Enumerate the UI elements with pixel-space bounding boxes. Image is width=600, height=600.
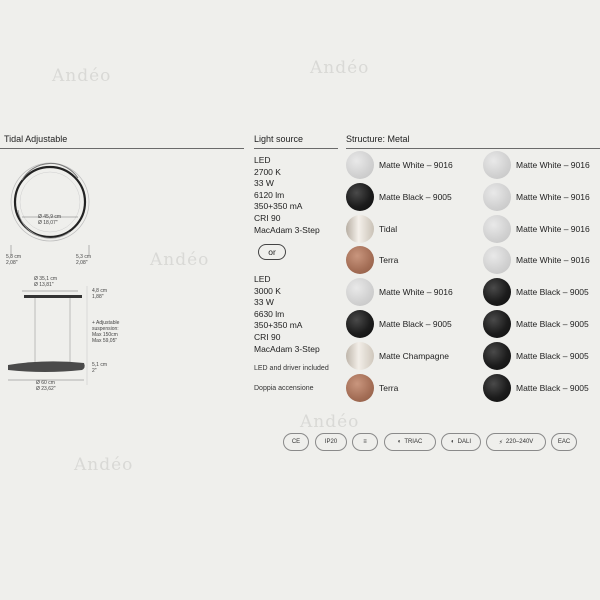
watermark: Andéo [150,250,210,270]
finish-option[interactable]: Matte White – 9016 [483,151,600,179]
finish-option[interactable]: Matte Champagne [346,342,486,370]
dim-left-depth: 5,8 cm 2,08" [6,254,22,266]
swatch-matte-white [483,183,511,211]
dali-badge: ◐ DALI [441,433,481,451]
led-driver-note: LED and driver included [254,365,329,372]
triac-icon: ◐ [397,439,402,445]
finish-option[interactable]: Matte Black – 9005 [483,342,600,370]
swatch-matte-white [346,278,374,306]
finish-option[interactable]: Terra [346,246,486,274]
swatch-matte-champagne [346,342,374,370]
swatch-matte-white [483,151,511,179]
finish-option[interactable]: Matte White – 9016 [483,215,600,243]
divider [346,148,600,149]
swatch-matte-black [483,278,511,306]
triac-badge: ◐ TRIAC [384,433,436,451]
eac-badge: EAC [551,433,577,451]
voltage-badge: ⚡ 220–240V [486,433,546,451]
finish-option[interactable]: Matte Black – 9005 [483,374,600,402]
plug-icon: ⚡ [498,439,503,446]
or-pill: or [258,244,286,260]
structure-header: Structure: Metal [346,134,410,144]
dim-ring-height: 5,1 cm 2" [92,362,108,374]
dim-right-depth: 5,3 cm 2,08" [76,254,92,266]
light-source-header: Light source [254,134,304,144]
swatch-matte-white [483,246,511,274]
swatch-matte-black [483,374,511,402]
ce-badge: CE [283,433,309,451]
finish-option[interactable]: Matte Black – 9005 [483,310,600,338]
product-title: Tidal Adjustable [4,134,68,144]
finish-option[interactable]: Matte White – 9016 [346,278,486,306]
watermark: Andéo [300,412,360,432]
swatch-matte-black [346,310,374,338]
light-source-option-2: LED 3000 K 33 W 6630 lm 350+350 mA CRI 90 M… [254,274,320,354]
divider [0,148,244,149]
swatch-terra [346,374,374,402]
watermark: Andéo [52,66,112,86]
dim-ring-diameter: Ø 60 cm Ø 23,62" [36,380,56,392]
finish-option[interactable]: Matte Black – 9005 [483,278,600,306]
dim-ring-outer: Ø 45,9 cm Ø 18,07" [38,214,62,226]
ip20-badge: IP20 [315,433,347,451]
watermark: Andéo [310,58,370,78]
double-switch-note: Doppia accensione [254,385,314,392]
dimmable-icon: ≡ [352,433,378,451]
dim-canopy-height: 4,8 cm 1,88" [92,288,108,300]
swatch-matte-white [483,215,511,243]
dim-canopy: Ø 35,1 cm Ø 13,81" [34,276,58,288]
finish-option[interactable]: Matte White – 9016 [483,246,600,274]
finish-option[interactable]: Tidal [346,215,486,243]
watermark: Andéo [74,455,134,475]
finish-option[interactable]: Matte Black – 9005 [346,310,486,338]
finish-option[interactable]: Terra [346,374,486,402]
finish-option[interactable]: Matte White – 9016 [346,151,486,179]
swatch-matte-black [483,310,511,338]
finish-option[interactable]: Matte White – 9016 [483,183,600,211]
dim-suspension: + Adjustable suspension: Max 150cm Max 59,… [92,320,120,344]
swatch-matte-white [346,151,374,179]
finish-option[interactable]: Matte Black – 9005 [346,183,486,211]
dali-icon: ◐ [451,439,455,445]
swatch-tidal [346,215,374,243]
swatch-matte-black [483,342,511,370]
divider [254,148,338,149]
light-source-option-1: LED 2700 K 33 W 6120 lm 350+350 mA CRI 90 M… [254,155,320,235]
swatch-matte-black [346,183,374,211]
swatch-terra [346,246,374,274]
